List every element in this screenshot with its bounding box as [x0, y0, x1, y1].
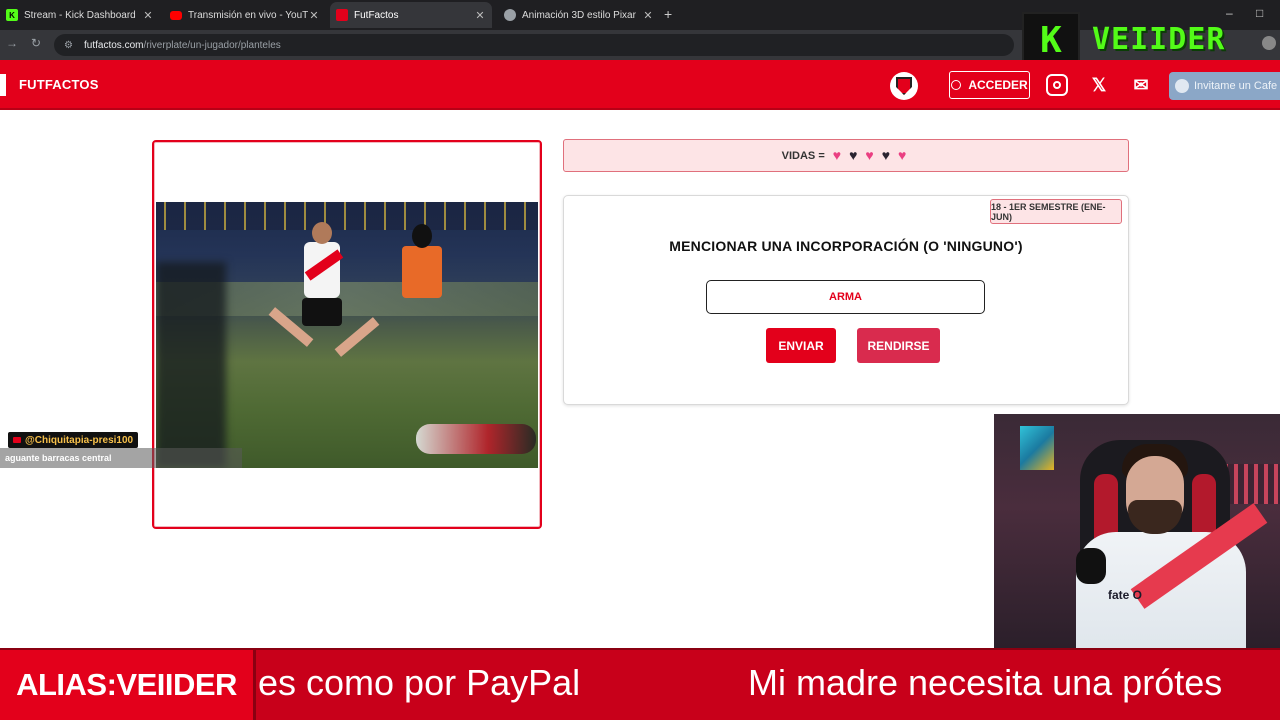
new-tab-icon[interactable]: + — [664, 6, 672, 22]
address-bar[interactable]: ⚙ futfactos.com/riverplate/un-jugador/pl… — [54, 34, 1014, 56]
minimize-icon[interactable]: – — [1226, 6, 1233, 20]
reload-icon[interactable]: ↻ — [31, 36, 41, 50]
extension-icon[interactable] — [1262, 36, 1276, 50]
close-tab-icon[interactable]: ✕ — [474, 9, 486, 22]
forward-icon[interactable]: → — [6, 36, 18, 50]
youtube-icon — [13, 437, 21, 443]
site-info-icon[interactable]: ⚙ — [64, 40, 76, 51]
river-plate-crest-icon[interactable] — [890, 72, 918, 100]
heart-full-icon: ♥ — [832, 147, 842, 163]
coffee-cup-icon — [1175, 79, 1189, 93]
answer-input[interactable] — [706, 280, 985, 314]
period-badge: 18 - 1ER SEMESTRE (ENE-JUN) — [990, 199, 1122, 224]
streamer-name: VEIIDER — [1092, 22, 1226, 57]
question-text: MENCIONAR UNA INCORPORACIÓN (O 'NINGUNO'… — [669, 238, 1023, 254]
buy-coffee-button[interactable]: Invitame un Cafe — [1169, 72, 1280, 100]
url-host: futfactos.com — [84, 39, 144, 51]
kick-favicon-icon: K — [6, 9, 18, 21]
maximize-icon[interactable]: □ — [1256, 6, 1263, 20]
lives-bar: VIDAS = ♥ ♥ ♥ ♥ ♥ — [563, 139, 1129, 172]
coffee-label: Invitame un Cafe — [1194, 80, 1278, 92]
screen: K Stream - Kick Dashboard ✕ Transmisión … — [0, 0, 1280, 720]
chat-username: @Chiquitapia-presi100 — [8, 432, 139, 448]
site-brand[interactable]: FUTFACTOS — [19, 77, 99, 92]
close-tab-icon[interactable]: ✕ — [642, 9, 654, 22]
close-tab-icon[interactable]: ✕ — [142, 9, 154, 22]
lives-label: VIDAS = — [781, 149, 825, 162]
heart-lost-icon: ♥ — [849, 147, 858, 163]
tab-title: FutFactos — [354, 9, 399, 21]
tab-title: Animación 3D estilo Pixar — [522, 9, 636, 21]
youtube-favicon-icon — [170, 10, 182, 20]
heart-full-icon: ♥ — [865, 147, 874, 163]
browser-tab-bar: K Stream - Kick Dashboard ✕ Transmisión … — [0, 0, 1280, 30]
ticker-text: Mi madre necesita una prótes — [748, 662, 1223, 703]
brand-logo-icon[interactable] — [0, 74, 6, 96]
futfactos-favicon-icon — [336, 9, 348, 21]
close-tab-icon[interactable]: ✕ — [308, 9, 320, 22]
send-button[interactable]: ENVIAR — [766, 328, 836, 363]
x-twitter-icon[interactable]: 𝕏 — [1088, 74, 1110, 96]
chat-username-text: @Chiquitapia-presi100 — [25, 434, 134, 446]
login-label: ACCEDER — [968, 78, 1028, 92]
webcam-feed: fate O — [994, 414, 1280, 648]
login-button[interactable]: ACCEDER — [949, 71, 1030, 99]
user-icon — [951, 80, 962, 90]
url-path: /riverplate/un-jugador/planteles — [143, 39, 281, 51]
player-photo — [156, 202, 538, 468]
heart-lost-icon: ♥ — [881, 147, 891, 163]
tab-title: Stream - Kick Dashboard — [24, 9, 136, 21]
tab-pixar-animation[interactable]: Animación 3D estilo Pixar ✕ — [498, 4, 660, 26]
tab-title: Transmisión en vivo - YouTube — [188, 9, 308, 21]
ticker-text: es como por PayPal — [258, 662, 581, 703]
alias-label: ALIAS:VEIIDER — [0, 650, 256, 720]
microphone-icon — [1076, 548, 1106, 584]
instagram-icon[interactable] — [1046, 74, 1068, 96]
tab-kick-dashboard[interactable]: K Stream - Kick Dashboard ✕ — [0, 4, 160, 26]
lives-hearts: ♥ ♥ ♥ ♥ ♥ — [829, 148, 911, 163]
tab-youtube-live[interactable]: Transmisión en vivo - YouTube ✕ — [164, 4, 326, 26]
heart-full-icon: ♥ — [898, 147, 907, 163]
mail-icon[interactable]: ✉ — [1130, 74, 1152, 96]
give-up-button[interactable]: RENDIRSE — [857, 328, 940, 363]
shirt-sponsor: fate O — [1108, 588, 1143, 602]
globe-favicon-icon — [504, 9, 516, 21]
chat-message: aguante barracas central — [0, 448, 242, 468]
tab-futfactos[interactable]: FutFactos ✕ — [330, 2, 492, 28]
